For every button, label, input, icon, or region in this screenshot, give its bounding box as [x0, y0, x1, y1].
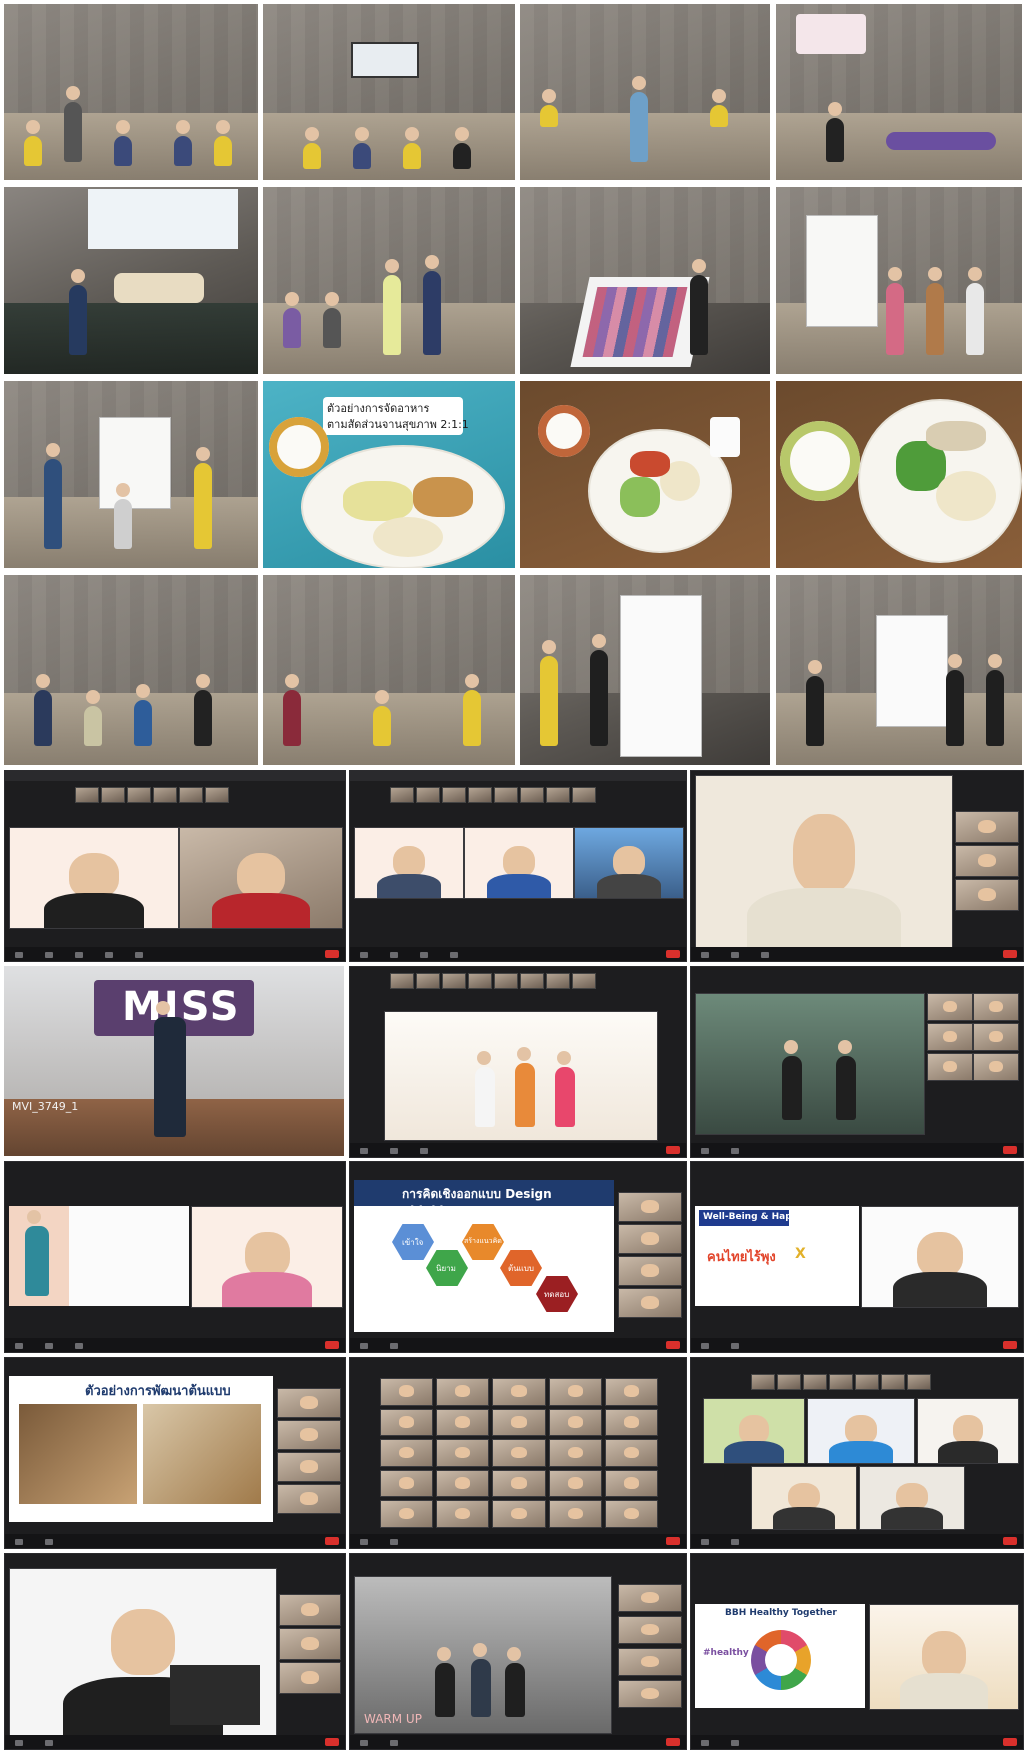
photo-workshop-exercise — [263, 4, 515, 180]
healthy-title: BBH Healthy Together — [725, 1608, 837, 1618]
food-sign-line2: ตามสัดส่วนจานสุขภาพ 2:1:1 — [327, 418, 469, 431]
video-panel-speakers — [690, 1357, 1024, 1549]
video-outdoor-exercise — [690, 966, 1024, 1158]
photo-food-plate-2 — [776, 381, 1022, 568]
photo-workshop-speakers — [263, 187, 515, 374]
video-call-three-speakers — [349, 770, 687, 962]
video-call-speaker-closeup — [690, 770, 1024, 962]
video-prototype-example: ตัวอย่างการพัฒนาต้นแบบ — [4, 1357, 346, 1549]
photo-flipchart-writing — [520, 575, 770, 765]
video-dance-class — [349, 966, 687, 1158]
wellbeing-title: Well-Being & Happy — [703, 1212, 804, 1222]
warmup-label: WARM UP — [364, 1712, 422, 1726]
clip-label: MVI_3749_1 — [12, 1100, 79, 1113]
wellbeing-x: X — [795, 1246, 806, 1262]
photo-flipchart-group — [776, 187, 1022, 374]
step-5: ทดสอบ — [544, 1290, 570, 1299]
step-4: ต้นแบบ — [508, 1264, 534, 1273]
design-thinking-title: การคิดเชิงออกแบบ Design Thinking — [402, 1187, 552, 1218]
photo-first-aid — [776, 4, 1022, 180]
video-gallery-grid — [349, 1357, 687, 1549]
photo-flipchart-presenting — [776, 575, 1022, 765]
photo-food-plate — [520, 381, 770, 568]
photo-color-cards-table — [520, 187, 770, 374]
step-3: สร้างแนวคิด — [464, 1237, 502, 1245]
photo-collage: ตัวอย่างการจัดอาหาร ตามสัดส่วนจานสุขภาพ … — [0, 0, 1026, 1752]
video-fitness-talk: MISS MVI_3749_1 — [4, 966, 344, 1156]
step-2: นิยาม — [436, 1264, 456, 1273]
photo-discussion-circle — [4, 575, 258, 765]
wellbeing-brand: คนไทยไร้พุง — [707, 1250, 776, 1265]
photo-flipchart-group-2 — [4, 381, 258, 568]
video-mask-demo — [4, 1553, 346, 1750]
photo-food-plate-sign: ตัวอย่างการจัดอาหาร ตามสัดส่วนจานสุขภาพ … — [263, 381, 515, 568]
photo-workshop-hall — [4, 4, 258, 180]
video-healthy-together: BBH Healthy Together #healthy — [690, 1553, 1024, 1750]
step-1: เข้าใจ — [402, 1238, 424, 1247]
photo-discussion-group — [263, 575, 515, 765]
video-presentation-illustration — [4, 1161, 346, 1353]
video-wellbeing: Well-Being & Happy คนไทยไร้พุง X — [690, 1161, 1024, 1353]
photo-presentation-stage — [4, 187, 258, 374]
photo-workshop-stage — [520, 4, 770, 180]
video-design-thinking: การคิดเชิงออกแบบ Design Thinking เข้าใจ … — [349, 1161, 687, 1353]
video-gym-warmup: WARM UP — [349, 1553, 687, 1750]
healthy-center: #healthy — [703, 1648, 749, 1658]
prototype-title: ตัวอย่างการพัฒนาต้นแบบ — [85, 1384, 231, 1399]
video-call-two-speakers — [4, 770, 346, 962]
